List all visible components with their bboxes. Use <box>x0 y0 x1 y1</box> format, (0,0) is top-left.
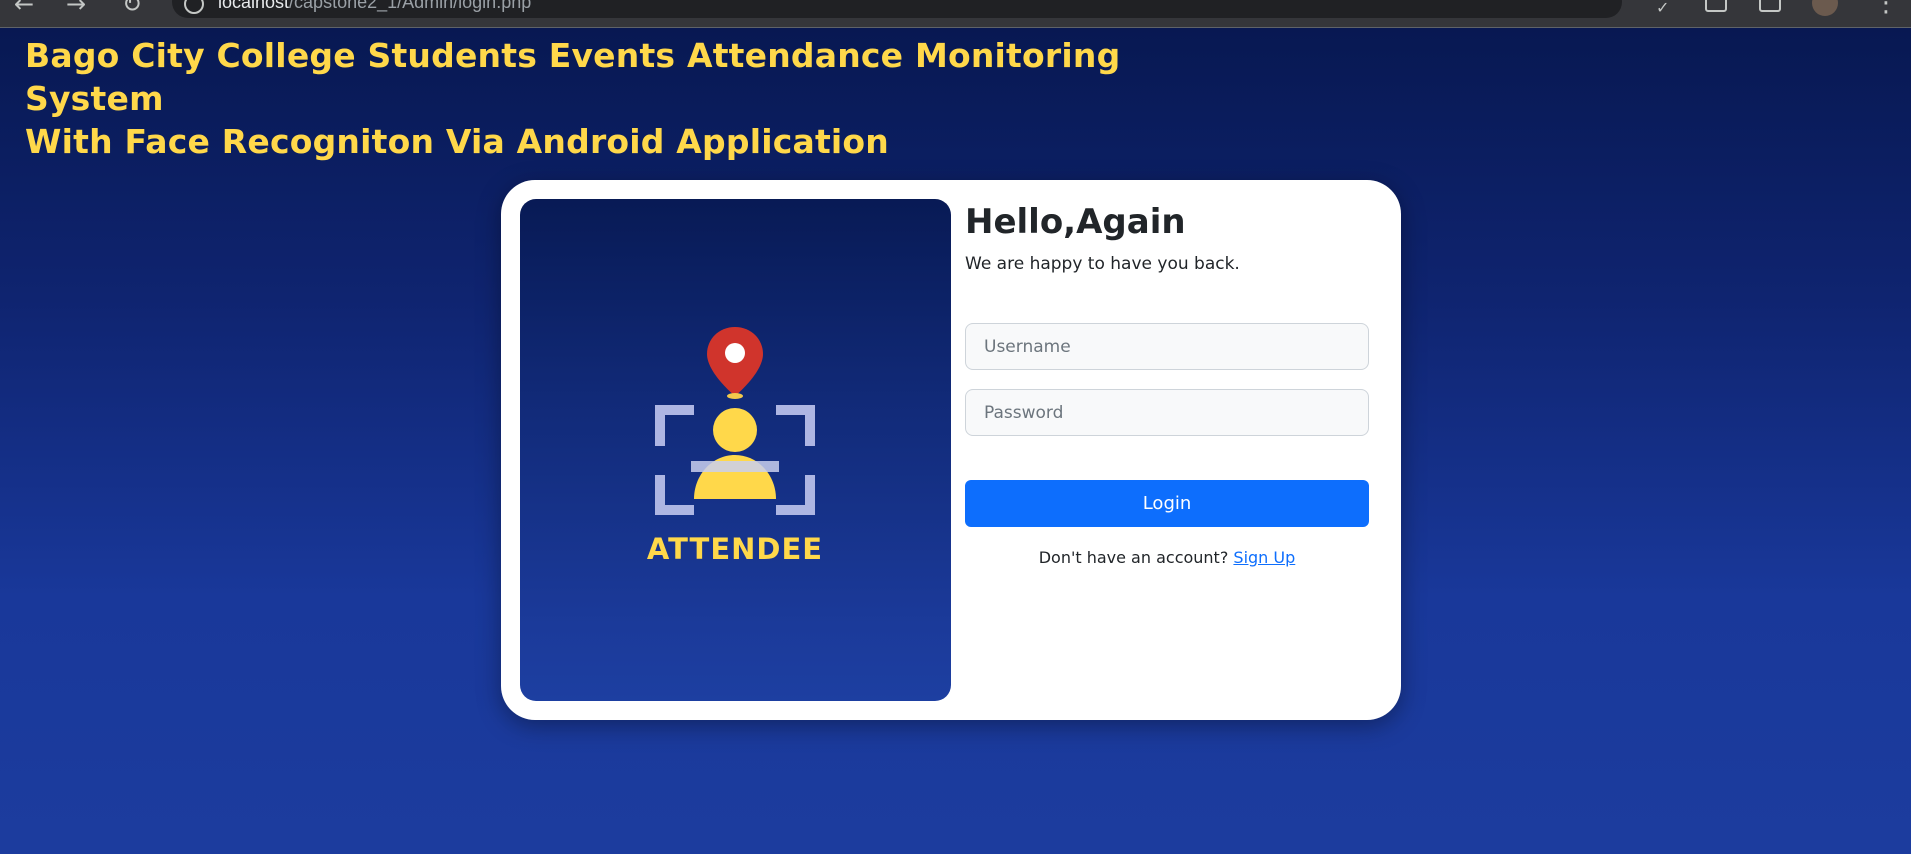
browser-toolbar: ← → ↻ localhost/capstone2_1/Admin/login.… <box>0 0 1911 28</box>
username-input[interactable] <box>965 323 1369 370</box>
greeting-subtext: We are happy to have you back. <box>965 254 1240 274</box>
zoom-icon[interactable]: ⌕ <box>1552 0 1564 5</box>
site-info-icon[interactable] <box>184 0 204 14</box>
address-bar[interactable]: localhost/capstone2_1/Admin/login.php ⌕ … <box>172 0 1622 18</box>
login-form: Hello,Again We are happy to have you bac… <box>965 180 1385 720</box>
menu-kebab-icon[interactable]: ⋮ <box>1873 0 1899 18</box>
address-url[interactable]: localhost/capstone2_1/Admin/login.php <box>218 0 531 13</box>
tab-search-icon[interactable] <box>1705 0 1727 12</box>
greeting-heading: Hello,Again <box>965 202 1186 242</box>
bookmark-star-icon[interactable]: ☆ <box>1588 0 1608 5</box>
signup-prompt: Don't have an account? <box>1038 548 1229 567</box>
logo-text: ATTENDEE <box>647 532 823 563</box>
login-card: ATTENDEE Hello,Again We are happy to hav… <box>501 180 1401 720</box>
person-icon <box>691 408 779 499</box>
hero-panel: ATTENDEE <box>520 199 951 701</box>
side-panel-icon[interactable] <box>1759 0 1781 12</box>
page-title-line1: Bago City College Students Events Attend… <box>25 36 1121 118</box>
page-title: Bago City College Students Events Attend… <box>25 34 1175 163</box>
page-title-line2: With Face Recogniton Via Android Applica… <box>25 122 889 161</box>
profile-avatar[interactable] <box>1812 0 1838 16</box>
extensions-icon[interactable]: ✓ <box>1656 0 1669 20</box>
attendee-logo: ATTENDEE <box>647 327 823 563</box>
forward-icon[interactable]: → <box>66 0 86 16</box>
signup-row: Don't have an account? Sign Up <box>965 548 1369 567</box>
map-pin-icon <box>707 327 763 399</box>
signup-link[interactable]: Sign Up <box>1233 548 1295 567</box>
reload-icon[interactable]: ↻ <box>122 0 142 16</box>
password-input[interactable] <box>965 389 1369 436</box>
login-button[interactable]: Login <box>965 480 1369 527</box>
back-icon[interactable]: ← <box>14 0 34 16</box>
